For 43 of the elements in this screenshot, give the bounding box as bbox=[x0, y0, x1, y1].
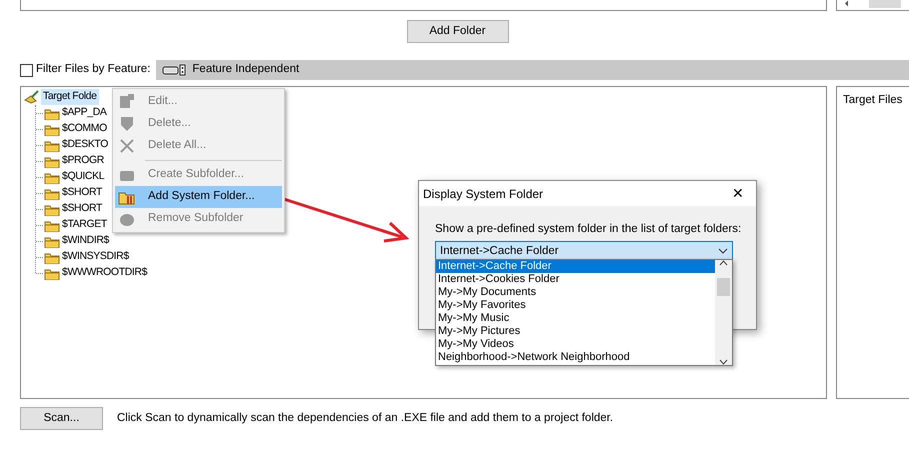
dropdown-option[interactable]: My->My Favorites bbox=[436, 299, 715, 312]
close-button[interactable]: ✕ bbox=[720, 183, 756, 204]
tree-item[interactable]: $PROGR bbox=[60, 153, 106, 169]
menu-item-icon bbox=[118, 137, 136, 155]
dropdown-option[interactable]: Internet->Cookies Folder bbox=[436, 273, 715, 286]
hint-text: Click Scan to dynamically scan the dependencies of an .EXE file and add them to a project folder. bbox=[117, 410, 614, 426]
filter-checkbox[interactable] bbox=[20, 64, 33, 76]
dropdown-option[interactable]: Internet->Cache Folder bbox=[436, 260, 715, 273]
dialog-title: Display System Folder bbox=[423, 186, 544, 202]
tree-item[interactable]: $WINSYSDIR$ bbox=[60, 249, 131, 265]
prompt-text: Show a pre-defined system folder in the list of target folders: bbox=[434, 222, 742, 237]
tree-item[interactable]: $WINDIR$ bbox=[60, 233, 111, 249]
tree-item[interactable]: $SHORT bbox=[60, 185, 104, 201]
add-folder-button[interactable]: Add Folder bbox=[406, 20, 508, 43]
chevron-down-icon bbox=[718, 248, 728, 254]
broom-icon bbox=[23, 90, 41, 104]
feature-bar[interactable]: Feature Independent bbox=[156, 60, 909, 80]
tree-item[interactable]: $COMMO bbox=[60, 121, 109, 137]
tree-item[interactable]: $DESKTO bbox=[60, 137, 110, 153]
dropdown-option[interactable]: Neighborhood->Network Neighborhood bbox=[436, 351, 715, 364]
menu-item-icon bbox=[118, 115, 136, 133]
dropdown-option[interactable]: My->My Pictures bbox=[436, 325, 715, 338]
filter-label: Filter Files by Feature: bbox=[36, 62, 150, 78]
folder-dropdown[interactable]: Internet->Cache Folder bbox=[435, 241, 733, 262]
tree-item[interactable]: $SHORT bbox=[60, 201, 104, 217]
panel-title: Target Files bbox=[843, 93, 903, 108]
scroll-up-icon bbox=[719, 260, 728, 266]
feature-name: Feature Independent bbox=[192, 62, 300, 78]
tree-item[interactable]: $WWWROOTDIR$ bbox=[60, 265, 150, 281]
scrollbar-thumb[interactable] bbox=[717, 278, 730, 296]
dropdown-option[interactable]: My->My Documents bbox=[436, 286, 715, 299]
scroll-down-icon bbox=[719, 359, 728, 365]
tree-item[interactable]: $TARGET bbox=[60, 217, 109, 233]
menu-item[interactable]: Add System Folder... bbox=[115, 186, 282, 208]
tree-item[interactable]: Target Folde bbox=[41, 89, 99, 105]
dropdown-option[interactable]: My->My Videos bbox=[436, 338, 715, 351]
dropdown-value: Internet->Cache Folder bbox=[440, 244, 559, 259]
tree-item[interactable]: $QUICKL bbox=[60, 169, 106, 185]
scan-button[interactable]: Scan... bbox=[20, 407, 103, 430]
tree-item[interactable]: $APP_DA bbox=[60, 105, 108, 121]
menu-item-icon bbox=[118, 93, 136, 111]
drive-icon bbox=[162, 64, 186, 76]
dropdown-option[interactable]: My->My Music bbox=[436, 312, 715, 325]
